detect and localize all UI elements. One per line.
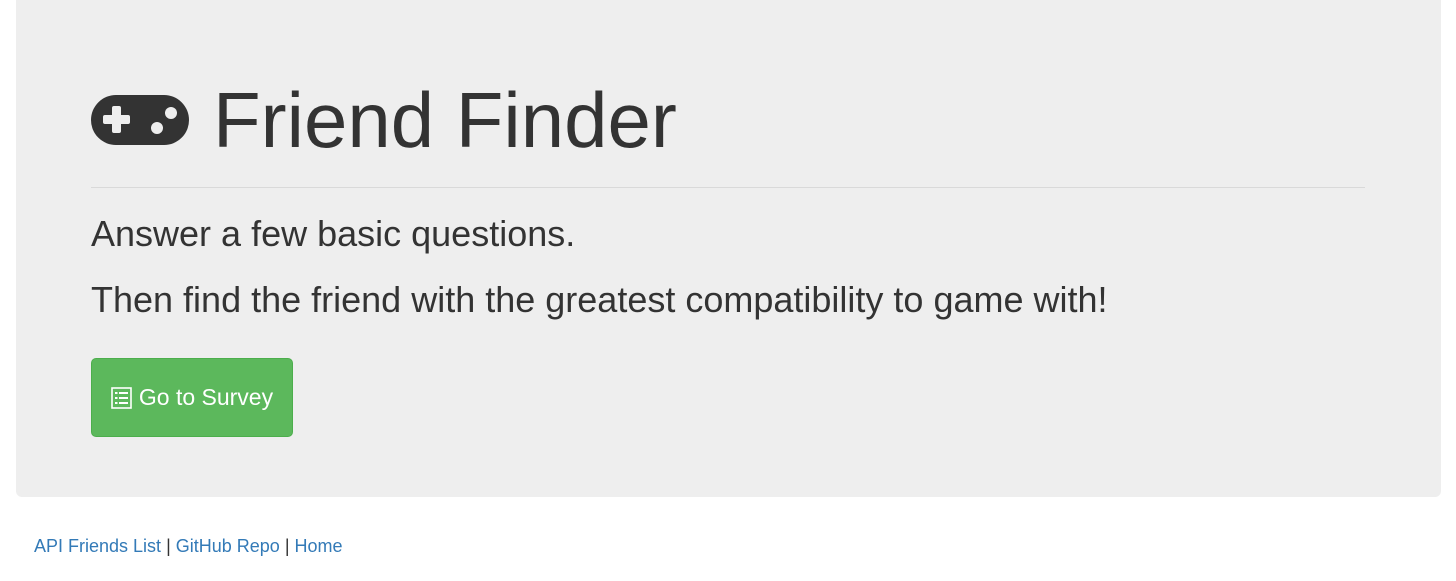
jumbotron-panel: Friend Finder Answer a few basic questio…	[16, 0, 1441, 497]
footer-link-home[interactable]: Home	[295, 536, 343, 556]
intro-line-1: Answer a few basic questions.	[91, 213, 576, 254]
gamepad-icon	[91, 95, 189, 145]
title-row: Friend Finder	[91, 70, 677, 170]
list-icon	[111, 386, 132, 409]
footer-separator: |	[284, 536, 290, 556]
page-title: Friend Finder	[213, 76, 677, 164]
divider	[91, 187, 1365, 188]
footer-separator: |	[166, 536, 171, 556]
footer: API Friends List | GitHub Repo | Home	[34, 536, 343, 557]
intro-line-2: Then find the friend with the greatest c…	[91, 279, 1108, 320]
footer-link-api-friends-list[interactable]: API Friends List	[34, 536, 161, 556]
go-to-survey-button[interactable]: Go to Survey	[91, 358, 293, 437]
survey-button-label: Go to Survey	[138, 384, 274, 410]
footer-link-github-repo[interactable]: GitHub Repo	[176, 536, 280, 556]
